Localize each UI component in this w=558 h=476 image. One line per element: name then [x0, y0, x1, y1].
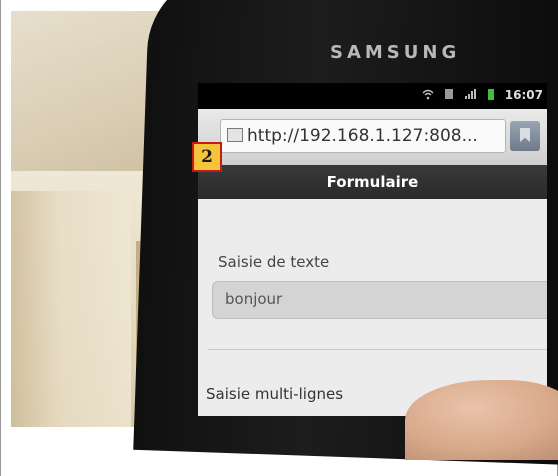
- multiline-input-label: Saisie multi-lignes: [206, 385, 344, 403]
- wifi-icon: [422, 89, 434, 100]
- status-bar: 16:07: [198, 83, 547, 109]
- url-field[interactable]: http://192.168.1.127:808...: [220, 119, 506, 153]
- finger: [405, 380, 558, 460]
- form-divider: [208, 349, 547, 350]
- text-input-label: Saisie de texte: [218, 253, 330, 271]
- bookmark-button[interactable]: [510, 121, 540, 151]
- text-input[interactable]: bonjour: [212, 281, 547, 319]
- annotation-marker-number: 2: [201, 147, 213, 167]
- page-header: Formulaire: [198, 165, 547, 199]
- browser-url-bar: http://192.168.1.127:808...: [198, 109, 547, 165]
- sim-icon: [445, 89, 453, 99]
- signal-icon: [465, 89, 476, 99]
- wall-shadow: [11, 191, 131, 427]
- page-title: Formulaire: [326, 173, 419, 191]
- battery-icon: [488, 89, 494, 100]
- url-text: http://192.168.1.127:808...: [247, 126, 478, 146]
- status-time: 16:07: [504, 88, 543, 102]
- phone-screen: 16:07 http://192.168.1.127:808... Formul…: [198, 83, 547, 416]
- phone-brand: SAMSUNG: [330, 42, 461, 63]
- text-input-value: bonjour: [225, 290, 283, 308]
- page-icon: [227, 128, 243, 142]
- bookmark-icon: [520, 128, 530, 142]
- annotation-marker: 2: [192, 142, 222, 172]
- status-icons: [422, 88, 497, 100]
